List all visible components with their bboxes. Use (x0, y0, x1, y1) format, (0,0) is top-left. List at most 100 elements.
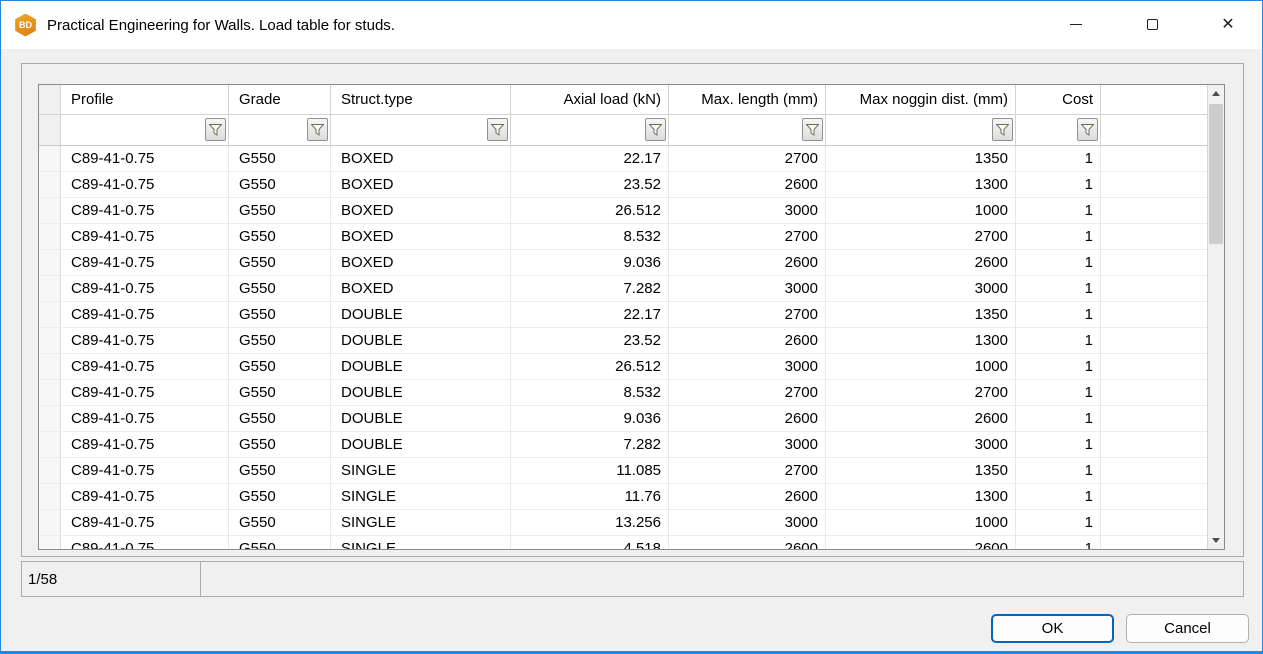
row-selector-cell[interactable] (39, 536, 61, 549)
row-selector-header[interactable] (39, 85, 61, 115)
table-cell[interactable]: 3000 (669, 510, 826, 536)
table-cell[interactable]: 1300 (826, 328, 1016, 354)
table-cell[interactable]: 2600 (669, 536, 826, 549)
table-cell[interactable]: G550 (229, 536, 331, 549)
table-cell[interactable]: C89-41-0.75 (61, 146, 229, 172)
table-cell[interactable]: 9.036 (511, 250, 669, 276)
table-row[interactable]: C89-41-0.75G550DOUBLE22.17270013501 (39, 302, 1207, 328)
row-selector-cell[interactable] (39, 302, 61, 328)
table-cell[interactable]: 8.532 (511, 380, 669, 406)
table-cell[interactable]: 1 (1016, 432, 1101, 458)
column-header[interactable]: Max noggin dist. (mm) (826, 85, 1016, 115)
table-row[interactable]: C89-41-0.75G550BOXED22.17270013501 (39, 146, 1207, 172)
table-cell[interactable]: 3000 (669, 354, 826, 380)
table-cell[interactable]: 1 (1016, 354, 1101, 380)
table-cell[interactable]: 3000 (669, 198, 826, 224)
table-cell[interactable]: G550 (229, 432, 331, 458)
maximize-button[interactable] (1129, 1, 1175, 48)
scroll-down-button[interactable] (1208, 532, 1224, 549)
table-cell[interactable]: 8.532 (511, 224, 669, 250)
filter-button[interactable] (307, 118, 328, 141)
table-row[interactable]: C89-41-0.75G550BOXED26.512300010001 (39, 198, 1207, 224)
table-row[interactable]: C89-41-0.75G550BOXED9.036260026001 (39, 250, 1207, 276)
table-cell[interactable]: 2700 (826, 224, 1016, 250)
table-row[interactable]: C89-41-0.75G550BOXED7.282300030001 (39, 276, 1207, 302)
filter-button[interactable] (992, 118, 1013, 141)
table-cell[interactable]: SINGLE (331, 484, 511, 510)
table-cell[interactable]: G550 (229, 354, 331, 380)
table-cell[interactable]: 2600 (669, 406, 826, 432)
table-cell[interactable]: 4.518 (511, 536, 669, 549)
table-cell[interactable]: SINGLE (331, 458, 511, 484)
table-cell[interactable]: DOUBLE (331, 328, 511, 354)
table-cell[interactable]: 1 (1016, 172, 1101, 198)
table-cell[interactable]: 1 (1016, 484, 1101, 510)
table-cell[interactable]: C89-41-0.75 (61, 172, 229, 198)
table-row[interactable]: C89-41-0.75G550DOUBLE26.512300010001 (39, 354, 1207, 380)
table-cell[interactable]: 26.512 (511, 198, 669, 224)
table-row[interactable]: C89-41-0.75G550SINGLE4.518260026001 (39, 536, 1207, 549)
row-selector-cell[interactable] (39, 432, 61, 458)
table-cell[interactable]: 1000 (826, 510, 1016, 536)
filter-button[interactable] (802, 118, 823, 141)
table-cell[interactable]: 1 (1016, 146, 1101, 172)
table-cell[interactable]: 23.52 (511, 172, 669, 198)
close-button[interactable]: ✕ (1205, 1, 1251, 48)
row-selector-cell[interactable] (39, 198, 61, 224)
table-cell[interactable]: BOXED (331, 146, 511, 172)
table-cell[interactable]: 1350 (826, 146, 1016, 172)
table-row[interactable]: C89-41-0.75G550SINGLE13.256300010001 (39, 510, 1207, 536)
table-cell[interactable]: G550 (229, 198, 331, 224)
table-cell[interactable]: 1 (1016, 250, 1101, 276)
table-cell[interactable]: 2700 (669, 146, 826, 172)
table-cell[interactable]: DOUBLE (331, 380, 511, 406)
table-cell[interactable]: G550 (229, 250, 331, 276)
row-selector-cell[interactable] (39, 224, 61, 250)
row-selector-cell[interactable] (39, 146, 61, 172)
table-cell[interactable]: C89-41-0.75 (61, 276, 229, 302)
table-cell[interactable]: 1 (1016, 302, 1101, 328)
table-cell[interactable]: C89-41-0.75 (61, 406, 229, 432)
column-header[interactable]: Profile (61, 85, 229, 115)
table-cell[interactable]: 2600 (826, 406, 1016, 432)
table-cell[interactable]: 1 (1016, 380, 1101, 406)
filter-cell[interactable] (61, 115, 229, 145)
filter-cell[interactable] (826, 115, 1016, 145)
table-cell[interactable]: G550 (229, 276, 331, 302)
table-cell[interactable]: C89-41-0.75 (61, 198, 229, 224)
table-cell[interactable]: C89-41-0.75 (61, 328, 229, 354)
scrollbar-thumb[interactable] (1209, 104, 1223, 244)
row-selector-cell[interactable] (39, 276, 61, 302)
table-cell[interactable]: 1 (1016, 276, 1101, 302)
table-cell[interactable]: 1 (1016, 224, 1101, 250)
table-cell[interactable]: 2700 (669, 302, 826, 328)
table-cell[interactable]: G550 (229, 224, 331, 250)
table-cell[interactable]: 1 (1016, 406, 1101, 432)
table-cell[interactable]: SINGLE (331, 536, 511, 549)
table-row[interactable]: C89-41-0.75G550DOUBLE8.532270027001 (39, 380, 1207, 406)
table-cell[interactable]: 3000 (826, 432, 1016, 458)
table-cell[interactable]: C89-41-0.75 (61, 458, 229, 484)
filter-button[interactable] (1077, 118, 1098, 141)
filter-button[interactable] (487, 118, 508, 141)
table-cell[interactable]: G550 (229, 458, 331, 484)
ok-button[interactable]: OK (991, 614, 1114, 643)
table-cell[interactable]: 1000 (826, 198, 1016, 224)
filter-cell[interactable] (229, 115, 331, 145)
table-cell[interactable]: 3000 (669, 432, 826, 458)
table-cell[interactable]: C89-41-0.75 (61, 224, 229, 250)
table-row[interactable]: C89-41-0.75G550SINGLE11.085270013501 (39, 458, 1207, 484)
table-cell[interactable]: 26.512 (511, 354, 669, 380)
column-header[interactable]: Struct.type (331, 85, 511, 115)
table-cell[interactable]: 2700 (669, 380, 826, 406)
table-cell[interactable]: C89-41-0.75 (61, 380, 229, 406)
table-cell[interactable]: 2600 (669, 328, 826, 354)
cancel-button[interactable]: Cancel (1126, 614, 1249, 643)
filter-cell[interactable] (669, 115, 826, 145)
table-cell[interactable]: G550 (229, 484, 331, 510)
table-cell[interactable]: 2600 (826, 250, 1016, 276)
table-cell[interactable]: BOXED (331, 198, 511, 224)
table-cell[interactable]: 3000 (669, 276, 826, 302)
table-cell[interactable]: 2700 (669, 458, 826, 484)
table-cell[interactable]: 3000 (826, 276, 1016, 302)
